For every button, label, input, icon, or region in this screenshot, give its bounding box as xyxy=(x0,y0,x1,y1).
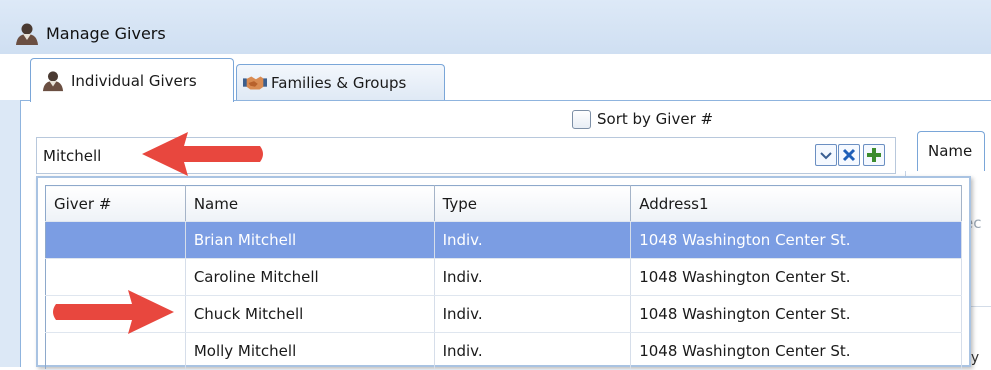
column-header-address1[interactable]: Address1 xyxy=(630,185,962,222)
table-row[interactable]: Chuck Mitchell Indiv. 1048 Washington Ce… xyxy=(45,295,962,333)
cell-type: Indiv. xyxy=(434,258,632,296)
search-results-dropdown: Giver # Name Type Address1 Brian Mitchel… xyxy=(36,176,971,370)
cell-name: Molly Mitchell xyxy=(185,332,435,370)
table-row[interactable]: Caroline Mitchell Indiv. 1048 Washington… xyxy=(45,258,962,296)
results-table: Giver # Name Type Address1 Brian Mitchel… xyxy=(45,185,962,370)
cell-address: 1048 Washington Center St. xyxy=(630,295,962,333)
table-row[interactable]: Brian Mitchell Indiv. 1048 Washington Ce… xyxy=(45,221,962,259)
cell-type: Indiv. xyxy=(434,295,632,333)
person-icon xyxy=(42,70,64,91)
column-header-name[interactable]: Name xyxy=(185,185,435,222)
cell-address: 1048 Washington Center St. xyxy=(630,332,962,370)
cell-giver-number xyxy=(45,332,186,370)
tab-label: Name xyxy=(928,142,973,160)
cell-name: Caroline Mitchell xyxy=(185,258,435,296)
tab-name[interactable]: Name xyxy=(917,131,985,171)
annotation-arrow-icon xyxy=(142,132,263,176)
cell-type: Indiv. xyxy=(434,221,632,259)
dropdown-button[interactable] xyxy=(815,144,837,166)
tab-label: Families & Groups xyxy=(271,73,407,92)
tab-individual-givers[interactable]: Individual Givers xyxy=(30,58,234,102)
plus-icon xyxy=(867,148,881,162)
sort-by-giver-checkbox[interactable]: Sort by Giver # xyxy=(572,108,713,130)
column-header-type[interactable]: Type xyxy=(434,185,632,222)
handshake-icon xyxy=(243,76,267,89)
checkbox-box[interactable] xyxy=(572,109,591,129)
chevron-down-icon xyxy=(820,152,832,160)
column-header-giver-number[interactable]: Giver # xyxy=(45,185,186,222)
clear-search-button[interactable] xyxy=(838,144,860,166)
cell-type: Indiv. xyxy=(434,332,632,370)
window-title: Manage Givers xyxy=(46,24,166,43)
checkbox-label: Sort by Giver # xyxy=(597,110,714,128)
person-icon xyxy=(16,23,38,45)
cell-name: Chuck Mitchell xyxy=(185,295,435,333)
table-header-row: Giver # Name Type Address1 xyxy=(45,185,962,222)
tab-label: Individual Givers xyxy=(71,71,197,90)
cell-address: 1048 Washington Center St. xyxy=(630,221,962,259)
tab-families-groups[interactable]: Families & Groups xyxy=(236,64,445,100)
cell-address: 1048 Washington Center St. xyxy=(630,258,962,296)
add-giver-button[interactable] xyxy=(863,144,885,166)
clear-icon xyxy=(842,148,856,162)
cell-name: Brian Mitchell xyxy=(185,221,435,259)
title-bar: Manage Givers xyxy=(0,0,991,54)
search-value: Mitchell xyxy=(43,147,102,165)
annotation-arrow-icon xyxy=(53,290,174,334)
table-row[interactable]: Molly Mitchell Indiv. 1048 Washington Ce… xyxy=(45,332,962,370)
cell-giver-number xyxy=(45,221,186,259)
